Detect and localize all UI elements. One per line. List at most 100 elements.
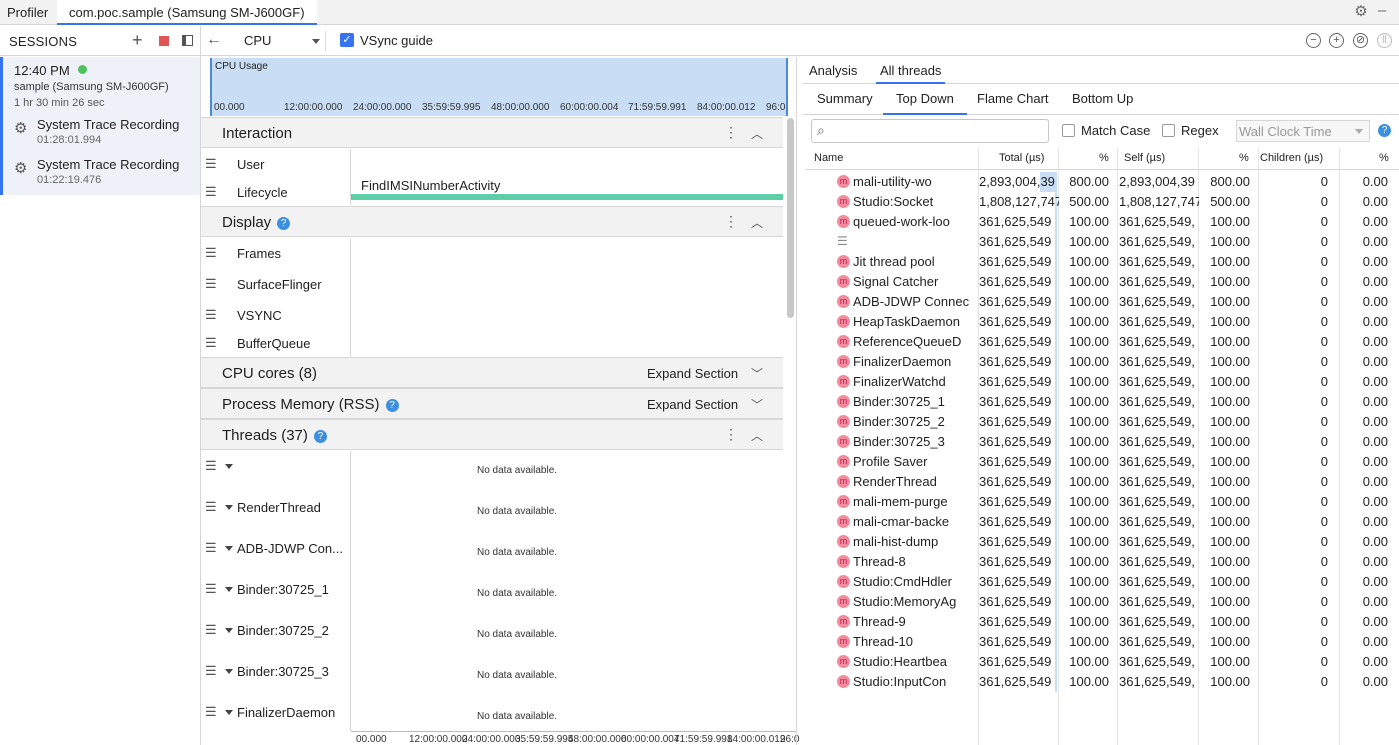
expand-triangle-icon[interactable] (225, 628, 233, 633)
section-display[interactable]: Display? ⋮ ︿ (201, 206, 783, 237)
table-row[interactable]: m Binder:30725_1 361,625,549 100.00 361,625,… (805, 392, 1399, 412)
table-row[interactable]: m FinalizerWatchd 361,625,549 100.00 361,625… (805, 372, 1399, 392)
drag-handle-icon[interactable]: ☰ (205, 335, 217, 351)
track-frames[interactable]: ☰ Frames (201, 239, 351, 267)
table-row[interactable]: m Thread-8 361,625,549 100.00 361,625,549, 10… (805, 552, 1399, 572)
regex-checkbox[interactable] (1162, 124, 1175, 137)
table-row[interactable]: ☰ 361,625,549 100.00 361,625,549, 100.00 0 0.0… (805, 232, 1399, 252)
table-row[interactable]: m Thread-9 361,625,549 100.00 361,625,549, 10… (805, 612, 1399, 632)
track-bufferqueue[interactable]: ☰ BufferQueue (201, 329, 351, 357)
help-icon[interactable]: ? (1378, 124, 1391, 137)
expand-triangle-icon[interactable] (225, 464, 233, 469)
table-row[interactable]: m HeapTaskDaemon 361,625,549 100.00 361,625,… (805, 312, 1399, 332)
recording-item[interactable]: ⚙ System Trace Recording 01:22:19.476 (14, 157, 200, 193)
table-row[interactable]: m mali-mem-purge 361,625,549 100.00 361,625,… (805, 492, 1399, 512)
drag-handle-icon[interactable]: ☰ (205, 663, 217, 679)
tab-all-threads[interactable]: All threads (876, 63, 946, 84)
table-row[interactable]: m Studio:CmdHdler 361,625,549 100.00 361,625… (805, 572, 1399, 592)
help-icon[interactable]: ? (313, 430, 327, 443)
track-user[interactable]: ☰ User (201, 150, 351, 178)
search-input[interactable]: ⌕ (811, 119, 1049, 143)
zoom-out-icon[interactable]: − (1306, 33, 1321, 48)
more-icon[interactable]: ⋮ (724, 213, 738, 230)
drag-handle-icon[interactable]: ☰ (205, 184, 217, 200)
drag-handle-icon[interactable]: ☰ (205, 622, 217, 638)
section-cpu-cores[interactable]: CPU cores (8) Expand Section ﹀ (201, 357, 783, 388)
tab-bottom-up[interactable]: Bottom Up (1072, 91, 1133, 106)
table-row[interactable]: m Binder:30725_2 361,625,549 100.00 361,625,… (805, 412, 1399, 432)
tab-app-session[interactable]: com.poc.sample (Samsung SM-J600GF) (57, 0, 317, 25)
table-row[interactable]: m Jit thread pool 361,625,549 100.00 361,625… (805, 252, 1399, 272)
table-row[interactable]: m Studio:Heartbea 361,625,549 100.00 361,625… (805, 652, 1399, 672)
table-row[interactable]: m ADB-JDWP Connec 361,625,549 100.00 361,625… (805, 292, 1399, 312)
chevron-down-icon[interactable]: ﹀ (751, 396, 763, 413)
vsync-checkbox[interactable]: ✓ (340, 33, 354, 47)
tab-summary[interactable]: Summary (817, 91, 873, 106)
expand-section-button[interactable]: Expand Section (647, 397, 738, 412)
table-row[interactable]: m Studio:InputCon 361,625,549 100.00 361,625… (805, 672, 1399, 692)
table-row[interactable]: m mali-hist-dump 361,625,549 100.00 361,625,… (805, 532, 1399, 552)
tab-profiler[interactable]: Profiler (7, 0, 48, 25)
table-row[interactable]: m ReferenceQueueD 361,625,549 100.00 361,625… (805, 332, 1399, 352)
back-arrow-icon[interactable]: ← (206, 31, 222, 49)
expand-triangle-icon[interactable] (225, 669, 233, 674)
session-item-current[interactable]: 12:40 PM sample (Samsung SM-J600GF) 1 hr… (0, 57, 200, 195)
thread-track[interactable]: ☰ Binder:30725_2 (201, 616, 351, 644)
drag-handle-icon[interactable]: ☰ (205, 276, 217, 292)
thread-track[interactable]: ☰ RenderThread (201, 493, 351, 521)
table-row[interactable]: m RenderThread 361,625,549 100.00 361,625,54… (805, 472, 1399, 492)
chevron-up-icon[interactable]: ︿ (751, 125, 763, 142)
expand-section-button[interactable]: Expand Section (647, 366, 738, 381)
thread-track[interactable]: ☰ FinalizerDaemon (201, 698, 351, 726)
drag-handle-icon[interactable]: ☰ (205, 581, 217, 597)
drag-handle-icon[interactable]: ☰ (205, 704, 217, 720)
tab-analysis[interactable]: Analysis (809, 63, 857, 78)
section-interaction[interactable]: Interaction ⋮ ︿ (201, 117, 783, 148)
track-surfaceflinger[interactable]: ☰ SurfaceFlinger (201, 270, 351, 298)
table-row[interactable]: m mali-utility-wo 2,893,004,39 800.00 2,893,… (805, 172, 1399, 192)
panel-splitter[interactable] (796, 57, 797, 745)
section-threads[interactable]: Threads (37)? ⋮ ︿ (201, 419, 783, 450)
thread-track[interactable]: ☰ Binder:30725_3 (201, 657, 351, 685)
table-row[interactable]: m FinalizerDaemon 361,625,549 100.00 361,625… (805, 352, 1399, 372)
collapse-panel-icon[interactable] (182, 35, 193, 46)
chevron-down-icon[interactable]: ﹀ (751, 365, 763, 382)
column-header-name[interactable]: Name (814, 152, 843, 164)
zoom-in-icon[interactable]: + (1329, 33, 1344, 48)
column-header-total-percent[interactable]: % (1099, 152, 1109, 164)
expand-triangle-icon[interactable] (225, 505, 233, 510)
table-row[interactable]: m Signal Catcher 361,625,549 100.00 361,625,… (805, 272, 1399, 292)
help-icon[interactable]: ? (385, 399, 399, 412)
chevron-up-icon[interactable]: ︿ (751, 427, 763, 444)
drag-handle-icon[interactable]: ☰ (205, 499, 217, 515)
section-memory[interactable]: Process Memory (RSS)? Expand Section ﹀ (201, 388, 783, 419)
recording-item[interactable]: ⚙ System Trace Recording 01:28:01.994 (14, 117, 200, 153)
timeline-scrollbar[interactable] (787, 118, 794, 318)
table-row[interactable]: m Thread-10 361,625,549 100.00 361,625,549, 1… (805, 632, 1399, 652)
tab-flame-chart[interactable]: Flame Chart (977, 91, 1049, 106)
help-icon[interactable]: ? (277, 217, 291, 230)
column-header-children[interactable]: Children (µs) (1260, 152, 1323, 164)
stop-icon[interactable] (159, 36, 169, 46)
column-header-self[interactable]: Self (µs) (1124, 152, 1165, 164)
chevron-up-icon[interactable]: ︿ (751, 214, 763, 231)
thread-track[interactable]: ☰ Binder:30725_1 (201, 575, 351, 603)
table-row[interactable]: m Binder:30725_3 361,625,549 100.00 361,625,… (805, 432, 1399, 452)
profiler-select[interactable]: CPU (234, 31, 326, 51)
track-lifecycle[interactable]: ☰ Lifecycle (201, 178, 351, 206)
thread-track[interactable]: ☰ ADB-JDWP Con... (201, 534, 351, 562)
table-row[interactable]: m Studio:Socket 1,808,127,747 500.00 1,808,1… (805, 192, 1399, 212)
pause-icon[interactable]: ‖ (1377, 33, 1392, 48)
table-row[interactable]: m mali-cmar-backe 361,625,549 100.00 361,625… (805, 512, 1399, 532)
drag-handle-icon[interactable]: ☰ (205, 156, 217, 172)
column-header-total[interactable]: Total (µs) (999, 152, 1044, 164)
drag-handle-icon[interactable]: ☰ (205, 245, 217, 261)
gear-icon[interactable]: ⚙ (1353, 4, 1369, 20)
drag-handle-icon[interactable]: ☰ (205, 458, 217, 474)
thread-track[interactable]: ☰ (201, 452, 351, 480)
table-row[interactable]: m Studio:MemoryAg 361,625,549 100.00 361,625… (805, 592, 1399, 612)
more-icon[interactable]: ⋮ (724, 124, 738, 141)
clock-type-select[interactable]: Wall Clock Time (1236, 120, 1370, 142)
drag-handle-icon[interactable]: ☰ (205, 307, 217, 323)
tab-top-down[interactable]: Top Down (883, 91, 967, 115)
